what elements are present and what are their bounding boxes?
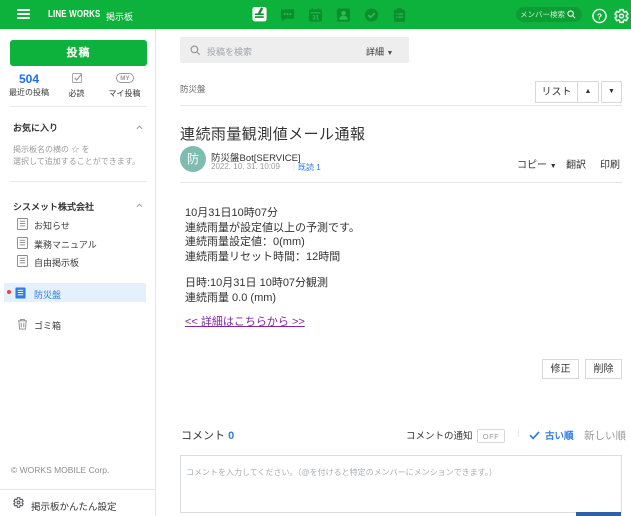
svg-text:?: ? xyxy=(597,11,602,21)
svg-text:31: 31 xyxy=(312,15,319,22)
svg-text:MY: MY xyxy=(120,75,130,82)
